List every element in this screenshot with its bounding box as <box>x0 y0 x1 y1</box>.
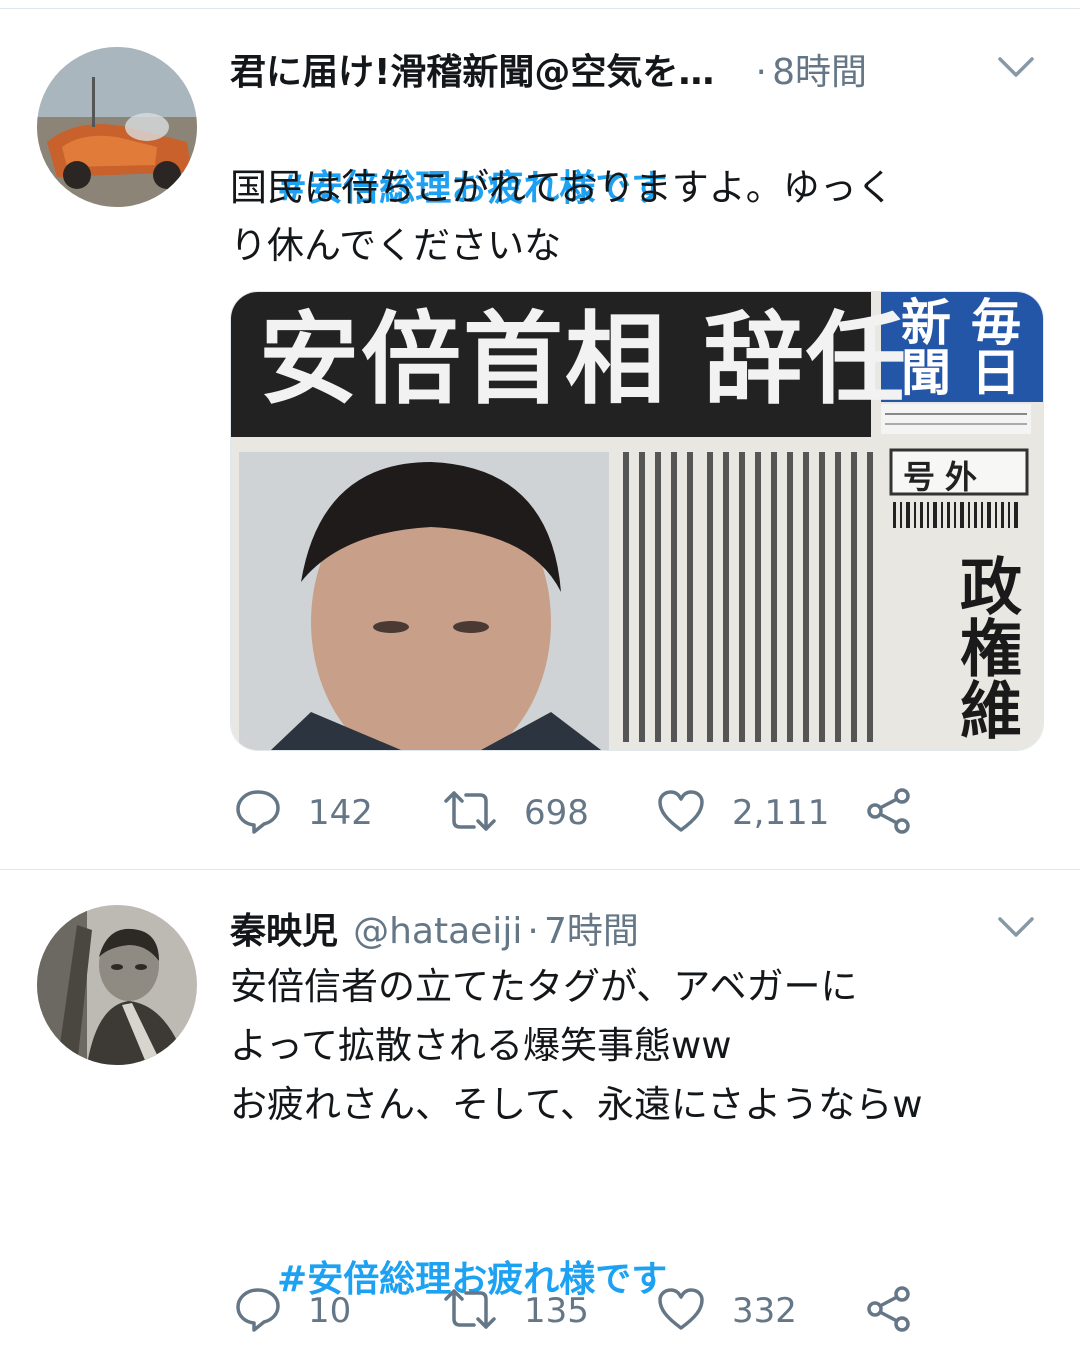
retweet-count: 135 <box>524 1291 589 1331</box>
like-button[interactable]: 2,111 <box>656 787 829 839</box>
newspaper-headline: 安倍首相 辞任 <box>259 301 908 418</box>
tweet-text-line: 安倍信者の立てたタグが、アベガーに <box>230 965 858 1008</box>
hashtag-line: #安倍総理お疲れ様です <box>230 1192 667 1367</box>
retweet-count: 698 <box>524 793 589 833</box>
reply-icon <box>234 787 282 839</box>
newspaper-masthead: 新 毎 聞 日 <box>891 298 1041 398</box>
tweet-image[interactable]: 安倍首相 辞任 新 毎 聞 日 号外 政権維 <box>230 291 1044 751</box>
chevron-down-icon[interactable] <box>996 55 1036 83</box>
masthead-char: 日 <box>971 343 1021 402</box>
reply-count: 10 <box>308 1291 352 1331</box>
reply-button[interactable]: 10 <box>234 1285 351 1337</box>
like-button[interactable]: 332 <box>656 1285 797 1337</box>
tweet-actions: 10 135 332 <box>230 1285 1030 1335</box>
share-button[interactable] <box>866 1285 914 1337</box>
like-count: 332 <box>732 1291 797 1331</box>
avatar[interactable] <box>37 905 197 1065</box>
retweet-button[interactable]: 698 <box>442 787 589 839</box>
tweet-actions: 142 698 2,111 <box>230 787 1030 837</box>
newspaper-extra-label: 号外 <box>903 458 988 496</box>
reply-count: 142 <box>308 793 373 833</box>
timestamp[interactable]: 7時間 <box>544 911 639 952</box>
tweet-header: 秦映児 @hataeiji · 7時間 <box>230 902 639 962</box>
reply-button[interactable]: 142 <box>234 787 373 839</box>
user-handle[interactable]: @hataeiji <box>353 911 522 952</box>
tweet-text-line: お疲れさん、そして、永遠にさようならw <box>230 1083 923 1126</box>
separator: · <box>527 911 539 952</box>
heart-icon <box>656 787 706 839</box>
masthead-char: 新 <box>901 293 951 352</box>
share-button[interactable] <box>866 787 914 839</box>
tweet[interactable]: 秦映児 @hataeiji · 7時間 安倍信者の立てたタグが、アベガーに よっ… <box>0 870 1080 1364</box>
retweet-icon <box>442 787 498 839</box>
masthead-char: 毎 <box>971 293 1021 352</box>
like-count: 2,111 <box>732 793 830 833</box>
tweet-text-line: り休んでくださいな <box>230 224 562 267</box>
retweet-button[interactable]: 135 <box>442 1285 589 1337</box>
display-name[interactable]: 君に届け!滑稽新聞@空気を… <box>230 52 714 93</box>
separator: · <box>755 52 767 93</box>
share-icon <box>866 787 914 839</box>
tweet-header: 君に届け!滑稽新聞@空気を… · 8時間 <box>230 43 867 103</box>
masthead-char: 聞 <box>901 343 951 402</box>
timestamp[interactable]: 8時間 <box>772 52 867 93</box>
chevron-down-icon[interactable] <box>996 915 1036 943</box>
newspaper-subhead: 政権維 <box>949 554 1022 740</box>
tweet-text-line: よって拡散される爆笑事態ww <box>230 1024 732 1067</box>
reply-icon <box>234 1285 282 1337</box>
heart-icon <box>656 1285 706 1337</box>
share-icon <box>866 1285 914 1337</box>
avatar[interactable] <box>37 47 197 207</box>
display-name[interactable]: 秦映児 <box>230 911 338 952</box>
tweet[interactable]: 君に届け!滑稽新聞@空気を… · 8時間 #安倍総理お疲れ様です 国民は待ちこが… <box>0 9 1080 869</box>
tweet-text-line: 国民は待ちこがれておりますよ。ゆっく <box>230 166 894 209</box>
retweet-icon <box>442 1285 498 1337</box>
